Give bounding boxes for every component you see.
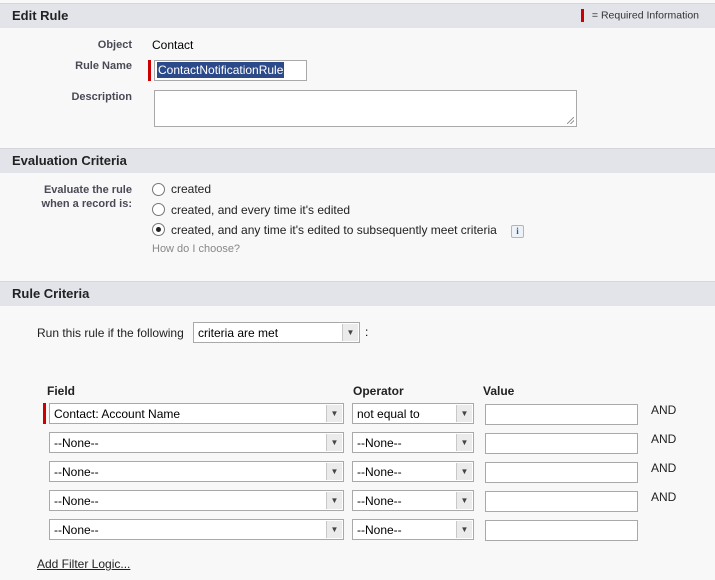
evaluation-criteria-header: Evaluation Criteria (0, 148, 715, 173)
filter-row-3-operator-select[interactable]: --None-- ▼ (352, 461, 474, 482)
filter-row-3-and: AND (651, 461, 677, 475)
run-rule-suffix: : (365, 325, 369, 339)
criteria-select[interactable]: criteria are met ▼ (193, 322, 360, 343)
field-column-header: Field (47, 384, 76, 398)
rule-name-label: Rule Name (75, 60, 132, 72)
required-marker (580, 9, 584, 22)
filter-row-3-field: --None-- (54, 465, 99, 479)
filter-row-2-field-select[interactable]: --None-- ▼ (49, 432, 344, 453)
radio-created-meet-criteria[interactable] (152, 223, 165, 236)
filter-row-5-field: --None-- (54, 523, 99, 537)
edit-rule-title: Edit Rule (12, 8, 69, 23)
filter-row-1-field-select[interactable]: Contact: Account Name ▼ (49, 403, 344, 424)
rule-criteria-title: Rule Criteria (12, 286, 90, 301)
filter-row-5-value-input[interactable] (485, 520, 638, 541)
run-rule-label: Run this rule if the following (37, 326, 184, 340)
info-icon[interactable]: i (511, 225, 524, 238)
filter-row-1-operator: not equal to (357, 407, 420, 421)
criteria-select-value: criteria are met (198, 326, 279, 340)
filter-row-1-operator-select[interactable]: not equal to ▼ (352, 403, 474, 424)
chevron-down-icon: ▼ (456, 463, 472, 480)
required-legend: = Required Information (580, 9, 699, 22)
filter-row-5-field-select[interactable]: --None-- ▼ (49, 519, 344, 540)
value-column-header: Value (483, 384, 515, 398)
radio-created-label[interactable]: created (171, 182, 211, 196)
field-required-marker (43, 403, 46, 424)
radio-created-every-edit-label[interactable]: created, and every time it's edited (171, 203, 350, 217)
filter-row-3-field-select[interactable]: --None-- ▼ (49, 461, 344, 482)
required-legend-text: = Required Information (591, 9, 699, 22)
chevron-down-icon: ▼ (342, 324, 358, 341)
filter-row-2-and: AND (651, 432, 677, 446)
rule-name-selected-text: ContactNotificationRule (157, 62, 285, 78)
rule-name-input[interactable]: ContactNotificationRule (154, 60, 307, 81)
filter-row-1-field: Contact: Account Name (54, 407, 181, 421)
filter-row-4-and: AND (651, 490, 677, 504)
filter-row-4-field: --None-- (54, 494, 99, 508)
evaluate-label: Evaluate the rule when a record is: (20, 183, 132, 211)
chevron-down-icon: ▼ (456, 405, 472, 422)
filter-row-2-value-input[interactable] (485, 433, 638, 454)
rule-name-required-marker (148, 60, 151, 81)
textarea-resize-handle[interactable] (567, 117, 574, 124)
chevron-down-icon: ▼ (456, 492, 472, 509)
filter-row-4-value-input[interactable] (485, 491, 638, 512)
radio-created[interactable] (152, 183, 165, 196)
filter-row-2-operator: --None-- (357, 436, 402, 450)
filter-row-2-field: --None-- (54, 436, 99, 450)
object-value: Contact (152, 38, 194, 52)
chevron-down-icon: ▼ (456, 521, 472, 538)
chevron-down-icon: ▼ (326, 463, 342, 480)
filter-row-4-operator: --None-- (357, 494, 402, 508)
evaluate-label-line2: when a record is: (41, 198, 132, 210)
chevron-down-icon: ▼ (326, 434, 342, 451)
filter-row-5-operator: --None-- (357, 523, 402, 537)
filter-row-4-operator-select[interactable]: --None-- ▼ (352, 490, 474, 511)
chevron-down-icon: ▼ (326, 405, 342, 422)
filter-row-5-operator-select[interactable]: --None-- ▼ (352, 519, 474, 540)
radio-created-every-edit[interactable] (152, 203, 165, 216)
description-label: Description (71, 91, 132, 103)
chevron-down-icon: ▼ (326, 492, 342, 509)
evaluation-criteria-title: Evaluation Criteria (12, 153, 127, 168)
radio-created-meet-criteria-label[interactable]: created, and any time it's edited to sub… (171, 223, 497, 237)
filter-row-1-and: AND (651, 403, 677, 417)
add-filter-logic-link[interactable]: Add Filter Logic... (37, 557, 130, 571)
operator-column-header: Operator (353, 384, 404, 398)
edit-rule-header: Edit Rule = Required Information (0, 3, 715, 28)
evaluate-label-line1: Evaluate the rule (43, 184, 132, 196)
chevron-down-icon: ▼ (456, 434, 472, 451)
filter-row-3-value-input[interactable] (485, 462, 638, 483)
filter-row-2-operator-select[interactable]: --None-- ▼ (352, 432, 474, 453)
filter-row-1-value-input[interactable] (485, 404, 638, 425)
filter-row-3-operator: --None-- (357, 465, 402, 479)
filter-row-4-field-select[interactable]: --None-- ▼ (49, 490, 344, 511)
description-textarea[interactable] (154, 90, 577, 127)
rule-criteria-header: Rule Criteria (0, 281, 715, 306)
chevron-down-icon: ▼ (326, 521, 342, 538)
how-do-i-choose-link[interactable]: How do I choose? (152, 243, 240, 255)
object-label: Object (97, 39, 132, 51)
